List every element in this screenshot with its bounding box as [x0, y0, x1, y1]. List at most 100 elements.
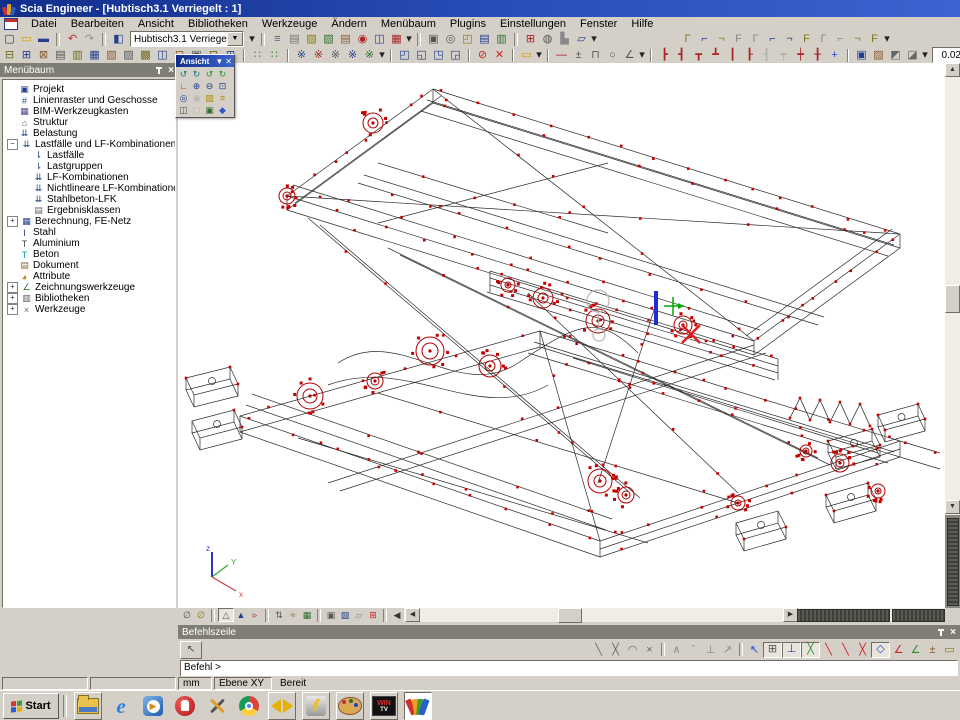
menu-item-werkzeuge[interactable]: Werkzeuge [255, 18, 324, 30]
scroll-left-button[interactable]: ◀ [405, 608, 420, 622]
image-view-icon[interactable]: ▣ [203, 104, 216, 116]
menu-item-hilfe[interactable]: Hilfe [624, 18, 660, 30]
snap-size-spinner[interactable]: 0.02 ▲▼ [932, 47, 960, 63]
grid-red-icon[interactable]: ⊞ [366, 609, 380, 621]
hdark-thumb-1[interactable] [797, 609, 890, 622]
tree-item-bim-werkzeugkasten[interactable]: ▦BIM-Werkzeugkasten [3, 106, 175, 117]
tree-item-werkzeuge[interactable]: +×Werkzeuge [3, 304, 175, 315]
calculator-icon[interactable]: ⊞ [522, 32, 539, 46]
grid-member-icon[interactable]: ╂ [809, 48, 826, 62]
tree-item-aluminium[interactable]: TAluminium [3, 238, 175, 249]
snap-off-icon[interactable]: × [641, 643, 658, 657]
chrome-icon[interactable] [236, 693, 262, 719]
menu-item-ansicht[interactable]: Ansicht [131, 18, 181, 30]
pin-icon[interactable] [937, 628, 946, 637]
view-top-icon[interactable]: ↺ [177, 68, 190, 80]
menu-item-einstellungen[interactable]: Einstellungen [493, 18, 573, 30]
subregion-icon[interactable]: ┯ [775, 48, 792, 62]
horizontal-scrollbar[interactable]: ∅∅△▲▹⇅≈▦▣▨▱⊞◀ ◀ ▶ [178, 608, 945, 622]
zoom-window-icon[interactable]: ⊡ [216, 80, 229, 92]
tree-item-linienraster[interactable]: #Linienraster und Geschosse [3, 95, 175, 106]
hinge-icon-7[interactable]: ¬ [781, 32, 798, 46]
tree-item-struktur[interactable]: ⌂Struktur [3, 117, 175, 128]
axes-icon[interactable]: ∟ [177, 80, 190, 92]
snap-ortho-icon[interactable]: ◇ [871, 642, 890, 658]
drawing-canvas[interactable]: z Y x [178, 63, 946, 608]
opening-icon[interactable]: ┨ [758, 48, 775, 62]
hinge-icon-6[interactable]: ⌐ [764, 32, 781, 46]
delete-icon[interactable]: ✕ [491, 48, 508, 62]
tree-item-belastung[interactable]: ⇊Belastung [3, 128, 175, 139]
commander-icon[interactable] [268, 692, 296, 720]
column-icon[interactable]: ┫ [673, 48, 690, 62]
collapse-box[interactable]: − [7, 139, 18, 150]
clipbox-icon-3[interactable]: ◳ [430, 48, 447, 62]
snap-existing-icon[interactable]: ╳ [607, 643, 624, 657]
hinge-icon-5[interactable]: Γ [747, 32, 764, 46]
line-icon[interactable]: — [553, 48, 570, 62]
doc-view-icon[interactable]: ▱ [352, 609, 366, 621]
scroll-up-button[interactable]: ▲ [945, 63, 960, 77]
expand-box[interactable]: + [7, 282, 18, 293]
clip-front-icon[interactable]: ◫ [177, 104, 190, 116]
labels-icon[interactable]: ▹ [248, 609, 262, 621]
params-icon[interactable]: ▨ [338, 609, 352, 621]
copy-attr-icon-2[interactable]: ⊞ [18, 48, 35, 62]
tree-item-projekt[interactable]: ▣Projekt [3, 84, 175, 95]
file-manager-icon[interactable] [74, 692, 102, 720]
clipbox-icon-1[interactable]: ◰ [396, 48, 413, 62]
hinge-icon-3[interactable]: ¬ [713, 32, 730, 46]
undo-icon[interactable]: ↶ [64, 32, 81, 46]
check-icon[interactable]: ◍ [539, 32, 556, 46]
snap-edge-icon[interactable]: ˆ [685, 643, 702, 657]
select-cursor-icon[interactable]: ↖ [180, 641, 202, 659]
expand-box[interactable]: + [7, 304, 18, 315]
tree-item-nichtlineare-lf-kombinationen[interactable]: ⇊Nichtlineare LF-Kombinationen [3, 183, 175, 194]
view-side-icon[interactable]: ↺ [203, 68, 216, 80]
snap-intersect-icon[interactable]: ╳ [854, 643, 871, 657]
tree-item-stahl[interactable]: IStahl [3, 227, 175, 238]
hinge-icon-2[interactable]: ⌐ [696, 32, 713, 46]
hinge-icon-11[interactable]: ¬ [849, 32, 866, 46]
hinge-icon-9[interactable]: Γ [815, 32, 832, 46]
supports-icon[interactable]: ⇅ [272, 609, 286, 621]
menu-item-datei[interactable]: Datei [24, 18, 64, 30]
hand-tool-icon[interactable] [172, 693, 198, 719]
edit-doc-icon[interactable]: ▱ [573, 32, 590, 46]
view-iso-icon[interactable]: ↻ [216, 68, 229, 80]
hinge-icon-8[interactable]: F [798, 32, 815, 46]
snap-perp-icon[interactable]: ⊥ [702, 643, 719, 657]
activity-all-icon[interactable]: ※ [293, 48, 310, 62]
zoom-all-icon[interactable]: ◎ [177, 92, 190, 104]
dropdown-arrow[interactable]: ▾ [921, 48, 929, 62]
internet-explorer-icon[interactable]: e [108, 693, 134, 719]
tree-item-berechnung-fe-netz[interactable]: +▦Berechnung, FE-Netz [3, 216, 175, 227]
scia-engineer-task-icon[interactable] [404, 692, 432, 720]
history-dropdown-arrow[interactable]: ▾ [247, 32, 257, 46]
tree-item-dokument[interactable]: ▤Dokument [3, 260, 175, 271]
ansicht-header[interactable]: Ansicht ▼ ✕ [176, 55, 234, 67]
expand-box[interactable]: + [7, 293, 18, 304]
winamp-icon[interactable] [302, 692, 330, 720]
tree-item-ergebnisklassen[interactable]: ▤Ergebnisklassen [3, 205, 175, 216]
dropdown-arrow[interactable]: ▾ [590, 32, 598, 46]
preview-icon[interactable]: ◎ [442, 32, 459, 46]
render-icon-1[interactable]: ◩ [887, 48, 904, 62]
light-icon[interactable]: ¤ [216, 92, 229, 104]
image-icon[interactable]: ▥ [493, 32, 510, 46]
hdark-thumb-2[interactable] [892, 609, 945, 622]
menu-item-bibliotheken[interactable]: Bibliotheken [181, 18, 255, 30]
plate-icon[interactable]: ┳ [690, 48, 707, 62]
tree-item-lastfaelle-lf-kombinationen[interactable]: −⇊Lastfälle und LF-Kombinationen [3, 139, 175, 150]
windows-icon[interactable]: ◫ [371, 32, 388, 46]
menu-item-bearbeiten[interactable]: Bearbeiten [64, 18, 131, 30]
tree-item-beton[interactable]: TBeton [3, 249, 175, 260]
section-icon[interactable]: ⊓ [587, 48, 604, 62]
zoom-out-icon[interactable]: ⊖ [203, 80, 216, 92]
snap-cross-icon[interactable]: ╳ [801, 642, 820, 658]
project-manager-icon[interactable]: ◧ [110, 32, 127, 46]
copy-attr-icon-3[interactable]: ⊠ [35, 48, 52, 62]
toolbox-icon[interactable]: ▨ [303, 32, 320, 46]
copy-attr-icon-10[interactable]: ◫ [154, 48, 171, 62]
dropdown-arrow[interactable]: ▾ [883, 32, 891, 46]
